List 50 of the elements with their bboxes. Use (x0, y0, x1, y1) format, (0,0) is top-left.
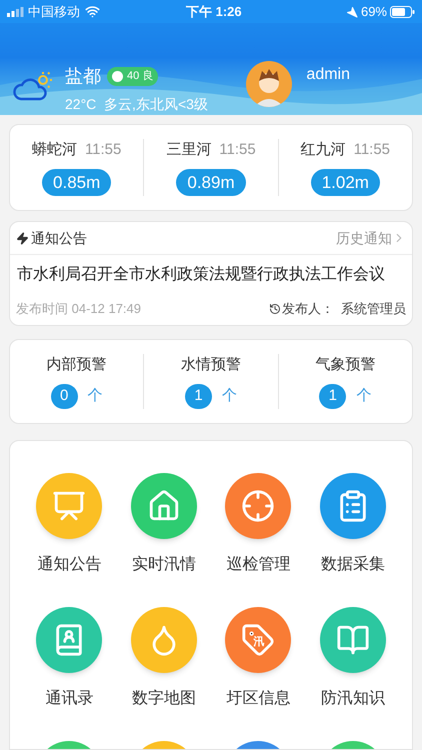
warning-count: 1 (184, 384, 212, 409)
clock-text: 下午 1:26 (186, 2, 242, 21)
city-name: 盐都 (65, 65, 101, 88)
location-icon (346, 6, 358, 18)
river-name: 蟒蛇河 (32, 140, 77, 160)
publisher-text: 发布人： 系统管理员 (282, 300, 406, 318)
notice-headline[interactable]: 市水利局召开全市水利政策法规暨行政执法工作会议 (10, 255, 412, 287)
unit-text: 个 (356, 386, 372, 406)
river-time: 11:55 (84, 140, 122, 160)
wifi-icon (85, 4, 100, 19)
notice-title: 通知公告 (31, 228, 87, 248)
warning-label: 水情预警 (180, 354, 241, 374)
water-level-pill: 0.85m (42, 168, 112, 196)
badge-text: 汛 (253, 635, 264, 650)
username: admin (306, 65, 350, 85)
river-time: 11:55 (219, 140, 256, 160)
unit-text: 个 (88, 386, 103, 406)
warning-count: 1 (319, 384, 346, 409)
menu-item[interactable]: 实时汛情 (116, 473, 211, 577)
lightning-icon (16, 232, 29, 244)
river-name: 三里河 (166, 140, 212, 160)
unit-text: 个 (222, 386, 237, 406)
river-name: 红九河 (300, 140, 346, 160)
weather-text: 22°C 多云,东北风<3级 (65, 95, 208, 114)
water-level-pill: 1.02m (310, 168, 380, 196)
menu-item[interactable]: 通知公告 (22, 473, 116, 577)
menu-item[interactable]: 通讯录 (22, 607, 116, 711)
menu-item[interactable]: 数字地图 (116, 607, 211, 711)
air-quality-badge: 40 良 (107, 67, 158, 86)
menu-item[interactable]: 数据采集 (306, 473, 400, 577)
river-time: 11:55 (354, 140, 390, 160)
warning-label: 内部预警 (46, 354, 107, 374)
menu-item[interactable]: 防汛知识 (306, 607, 400, 711)
menu-icon (52, 489, 86, 523)
user-avatar (246, 61, 292, 107)
warning-label: 气象预警 (315, 354, 376, 374)
signal-icon (7, 6, 24, 16)
battery-icon (390, 6, 415, 18)
menu-item[interactable]: 巡检管理 (211, 473, 306, 577)
carrier-text: 中国移动 (28, 2, 80, 21)
battery-text: 69% (360, 2, 387, 21)
warning-count: 0 (50, 384, 78, 409)
menu-icon (336, 623, 370, 657)
weather-icon (12, 71, 52, 101)
menu-icon (241, 623, 276, 657)
publish-time: 发布时间 04-12 17:49 (16, 300, 142, 318)
water-level-pill: 0.89m (176, 168, 246, 196)
menu-item[interactable]: 汛 圩区信息 (211, 607, 306, 711)
clock-icon (268, 302, 281, 315)
menu-icon (241, 489, 276, 523)
